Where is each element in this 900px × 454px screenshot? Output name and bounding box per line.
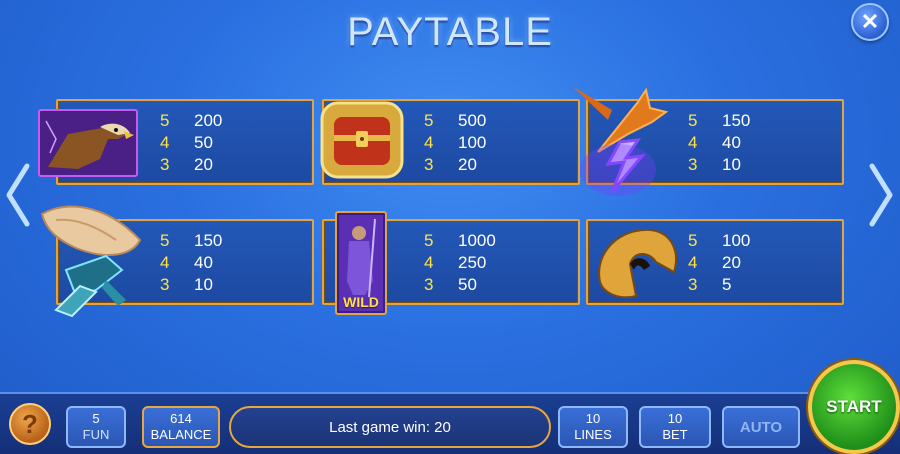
pay-count: 5 [160, 231, 170, 250]
lines-value: 10 [585, 411, 601, 426]
lines-label: LINES [574, 427, 612, 442]
pay-count: 3 [160, 275, 170, 294]
spartan-helmet-icon [598, 228, 677, 299]
bet-label: BET [662, 427, 688, 442]
wild-badge: WILD [343, 294, 379, 310]
pay-value: 50 [194, 133, 213, 152]
paytable-title: PAYTABLE [347, 10, 553, 54]
pay-count: 5 [160, 111, 170, 130]
pay-list: 5 1000 4 250 3 50 [424, 230, 496, 296]
pay-count: 4 [688, 133, 698, 152]
last-win-display: Last game win: 20 [229, 406, 551, 448]
pay-list: 5 500 4 100 3 20 [424, 110, 486, 176]
pay-count: 4 [688, 253, 698, 272]
pay-list: 5 200 4 50 3 20 [160, 110, 222, 176]
pay-value: 150 [722, 111, 751, 130]
pay-value: 150 [194, 231, 223, 250]
pay-count: 4 [424, 253, 434, 272]
bet-button[interactable]: 10 BET [639, 406, 711, 448]
eagle-icon [38, 109, 138, 177]
pay-value: 10 [194, 275, 213, 294]
pay-count: 5 [688, 111, 698, 130]
bet-value: 10 [667, 411, 683, 426]
pay-count: 5 [424, 111, 434, 130]
fun-label: FUN [82, 427, 110, 442]
auto-button[interactable]: AUTO [722, 406, 800, 448]
pay-value: 250 [458, 253, 487, 272]
pay-count: 4 [160, 133, 170, 152]
pay-count: 3 [424, 275, 434, 294]
trident-lightning-icon [572, 86, 669, 196]
fun-display: 5 FUN [66, 406, 126, 448]
conch-shell-icon [40, 205, 142, 318]
pay-value: 20 [722, 253, 741, 272]
pay-value: 20 [194, 155, 213, 174]
pay-value: 100 [458, 133, 487, 152]
pay-list: 5 150 4 40 3 10 [688, 110, 750, 176]
pay-count: 3 [688, 275, 698, 294]
pay-count: 4 [160, 253, 170, 272]
pay-value: 100 [722, 231, 751, 250]
help-button[interactable]: ? [9, 403, 51, 445]
pay-count: 3 [688, 155, 698, 174]
pay-list: 5 150 4 40 3 10 [160, 230, 222, 296]
pay-value: 40 [194, 253, 213, 272]
pay-value: 5 [722, 275, 732, 294]
question-icon: ? [22, 408, 38, 439]
start-button[interactable]: START [808, 360, 900, 454]
close-button[interactable]: ✕ [851, 3, 889, 41]
pay-value: 50 [458, 275, 477, 294]
lines-button[interactable]: 10 LINES [558, 406, 628, 448]
fun-value: 5 [92, 411, 100, 426]
pay-count: 4 [424, 133, 434, 152]
pay-value: 500 [458, 111, 487, 130]
arrow-right-icon[interactable] [866, 160, 896, 230]
arrow-left-icon[interactable] [3, 160, 33, 230]
pay-count: 5 [688, 231, 698, 250]
close-icon: ✕ [860, 9, 880, 34]
treasure-chest-icon [320, 101, 404, 179]
start-label: START [826, 397, 882, 416]
pay-value: 40 [722, 133, 741, 152]
balance-display: 614 BALANCE [142, 406, 220, 448]
pay-value: 200 [194, 111, 223, 130]
pay-value: 10 [722, 155, 741, 174]
balance-value: 614 [170, 411, 192, 426]
balance-label: BALANCE [150, 427, 212, 442]
pay-count: 3 [424, 155, 434, 174]
pay-value: 1000 [458, 231, 496, 250]
last-win-text: Last game win: 20 [329, 418, 451, 436]
pay-list: 5 100 4 20 3 5 [688, 230, 750, 296]
auto-label: AUTO [739, 418, 783, 436]
pay-value: 20 [458, 155, 477, 174]
pay-count: 3 [160, 155, 170, 174]
pay-count: 5 [424, 231, 434, 250]
